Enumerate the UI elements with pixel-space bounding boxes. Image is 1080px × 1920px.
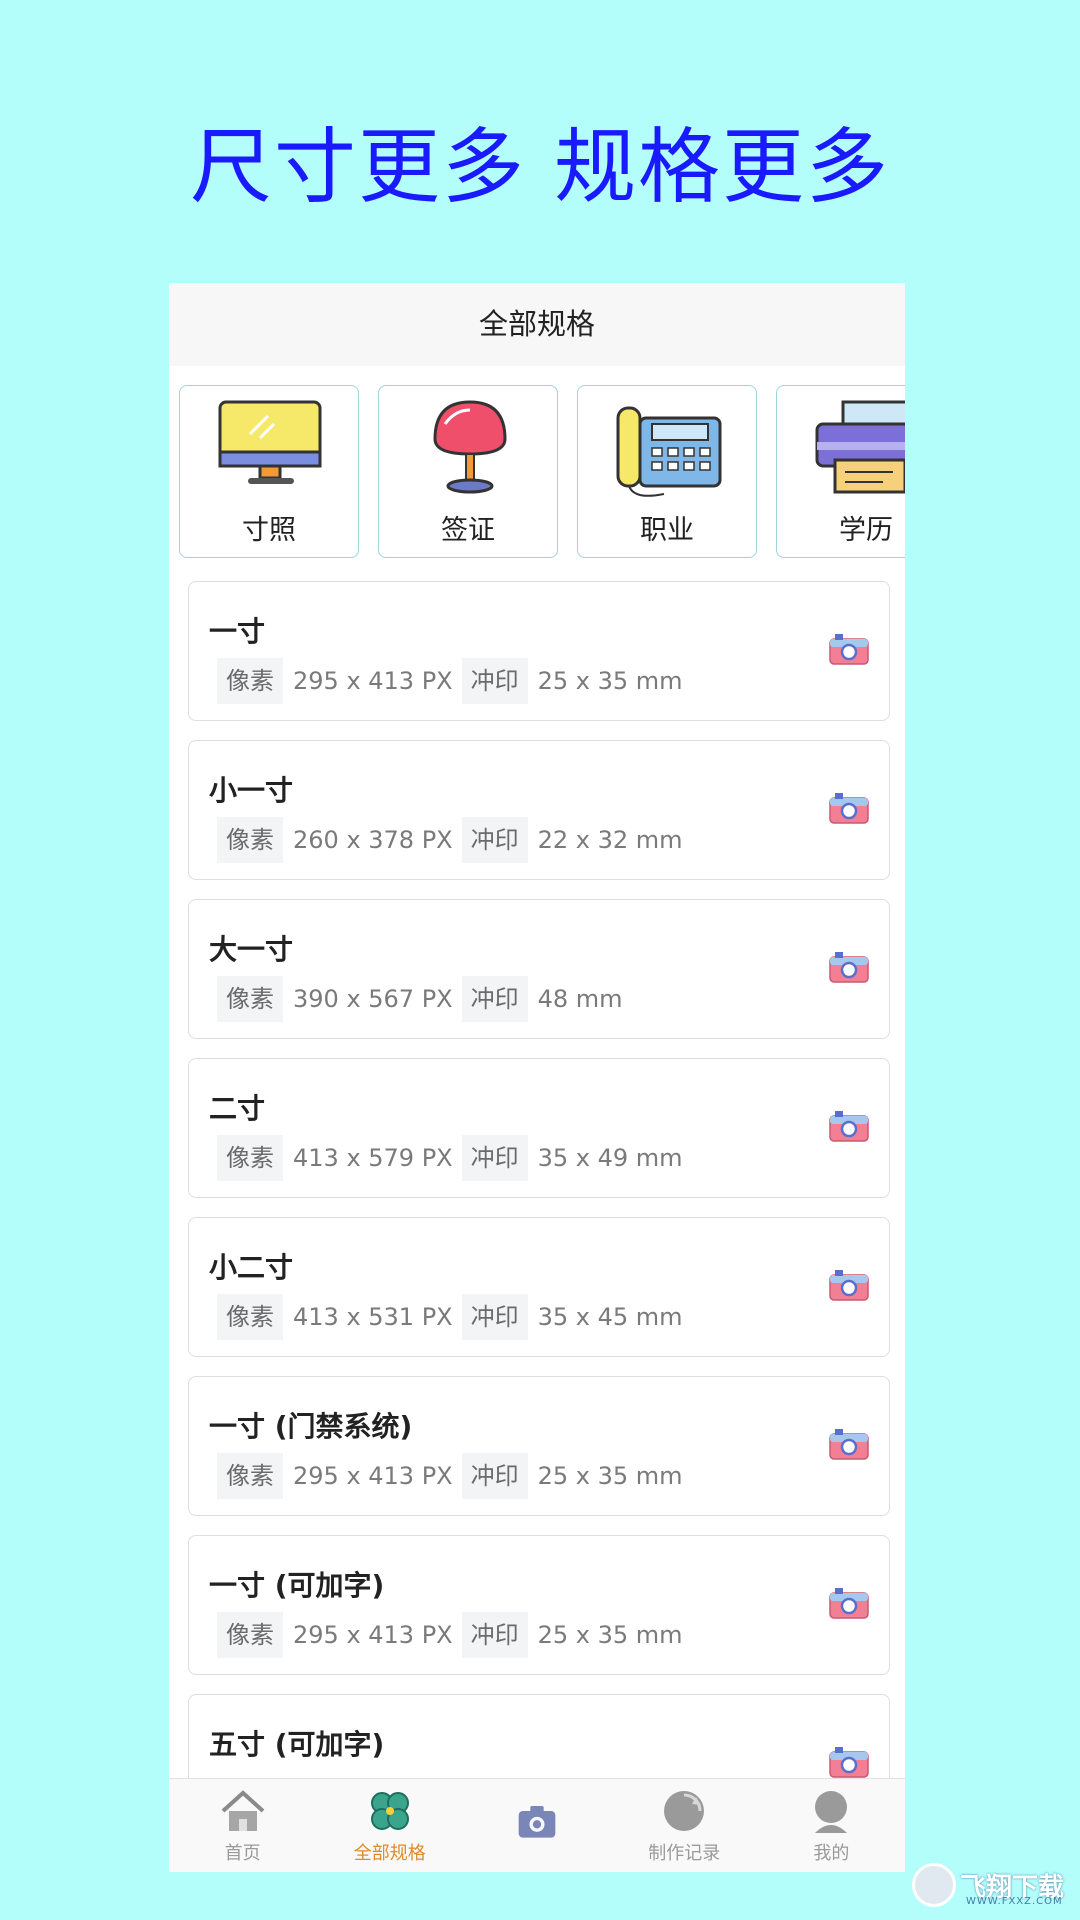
item-spec: 像素 413 x 579 PX 冲印 35 x 49 mm: [217, 1135, 692, 1181]
pixel-tag: 像素: [217, 1294, 283, 1340]
pixel-tag: 像素: [217, 1453, 283, 1499]
camera-icon: [518, 1806, 556, 1838]
category-label: 签证: [441, 515, 495, 546]
pixel-value: 390 x 567 PX: [293, 985, 453, 1013]
promo-headline: 尺寸更多 规格更多: [189, 120, 891, 215]
item-title: 一寸: [209, 615, 266, 648]
print-tag: 冲印: [461, 817, 528, 863]
pixel-value: 260 x 378 PX: [293, 826, 453, 854]
print-tag: 冲印: [461, 1294, 528, 1340]
profile-icon: [815, 1791, 848, 1833]
print-value: 25 x 35 mm: [537, 667, 683, 695]
category-card-qianzheng[interactable]: 签证: [378, 385, 558, 558]
category-label: 寸照: [242, 515, 296, 546]
monitor-icon: [218, 400, 322, 484]
list-item[interactable]: 二寸 像素 413 x 579 PX 冲印 35 x 49 mm: [188, 1058, 890, 1198]
list-item[interactable]: 一寸 (门禁系统) 像素 295 x 413 PX 冲印 25 x 35 mm: [188, 1376, 890, 1516]
telephone-icon: [616, 406, 722, 497]
tab-label: 制作记录: [648, 1843, 721, 1864]
tab-history[interactable]: 制作记录: [611, 1779, 758, 1872]
pixel-tag: 像素: [217, 976, 283, 1022]
clover-icon: [370, 1792, 409, 1830]
item-spec: 像素 413 x 531 PX 冲印 35 x 45 mm: [217, 1294, 692, 1340]
print-value: 22 x 32 mm: [537, 826, 683, 854]
app-screen: 全部规格 寸照 签证 职业 学历 一寸 像素 295 x 413 PX 冲印 2…: [169, 283, 905, 1872]
category-card-zhiye[interactable]: 职业: [577, 385, 757, 558]
item-title: 一寸 (门禁系统): [209, 1410, 413, 1443]
print-value: 35 x 45 mm: [537, 1303, 683, 1331]
item-spec: 像素 390 x 567 PX 冲印 48 mm: [217, 976, 632, 1022]
pixel-value: 295 x 413 PX: [293, 1462, 453, 1490]
camera-icon[interactable]: [829, 1586, 869, 1620]
pixel-tag: 像素: [217, 817, 283, 863]
tab-profile[interactable]: 我的: [758, 1779, 905, 1872]
watermark-url: WWW.FXXZ.COM: [966, 1896, 1063, 1907]
camera-icon[interactable]: [829, 950, 869, 984]
item-title: 二寸: [209, 1092, 266, 1125]
camera-icon[interactable]: [829, 1745, 869, 1779]
print-tag: 冲印: [461, 1135, 528, 1181]
print-tag: 冲印: [461, 1453, 528, 1499]
print-value: 25 x 35 mm: [537, 1462, 683, 1490]
print-tag: 冲印: [461, 658, 528, 704]
item-spec: 像素 260 x 378 PX 冲印 22 x 32 mm: [217, 817, 692, 863]
tab-label: 首页: [224, 1843, 261, 1864]
item-title: 一寸 (可加字): [209, 1569, 385, 1602]
list-item[interactable]: 小一寸 像素 260 x 378 PX 冲印 22 x 32 mm: [188, 740, 890, 880]
item-title: 大一寸: [209, 933, 294, 966]
print-value: 35 x 49 mm: [537, 1144, 683, 1172]
pixel-tag: 像素: [217, 1612, 283, 1658]
list-item[interactable]: 小二寸 像素 413 x 531 PX 冲印 35 x 45 mm: [188, 1217, 890, 1357]
print-tag: 冲印: [461, 1612, 528, 1658]
print-value: 48 mm: [537, 985, 623, 1013]
category-label: 职业: [640, 515, 694, 546]
pixel-value: 413 x 579 PX: [293, 1144, 453, 1172]
category-card-cunzhao[interactable]: 寸照: [179, 385, 359, 558]
pixel-tag: 像素: [217, 1135, 283, 1181]
item-spec: 像素 295 x 413 PX 冲印 25 x 35 mm: [217, 658, 692, 704]
tab-bar: 首页 全部规格 制作记录 我的: [169, 1778, 905, 1872]
item-title: 小一寸: [209, 774, 294, 807]
chair-icon: [433, 400, 507, 494]
printer-icon: [815, 400, 905, 494]
tab-label: 全部规格: [353, 1843, 426, 1864]
camera-icon[interactable]: [829, 1268, 869, 1302]
list-item[interactable]: 大一寸 像素 390 x 567 PX 冲印 48 mm: [188, 899, 890, 1039]
site-watermark: 飞翔下载 WWW.FXXZ.COM: [912, 1860, 1072, 1910]
nav-title: 全部规格: [169, 283, 905, 366]
camera-icon[interactable]: [829, 1109, 869, 1143]
item-spec: 像素 295 x 413 PX 冲印 25 x 35 mm: [217, 1612, 692, 1658]
camera-icon[interactable]: [829, 1427, 869, 1461]
spec-list: 一寸 像素 295 x 413 PX 冲印 25 x 35 mm 小一寸 像素 …: [188, 581, 890, 1853]
pixel-tag: 像素: [217, 658, 283, 704]
pixel-value: 413 x 531 PX: [293, 1303, 453, 1331]
list-item[interactable]: 一寸 (可加字) 像素 295 x 413 PX 冲印 25 x 35 mm: [188, 1535, 890, 1675]
pixel-value: 295 x 413 PX: [293, 667, 453, 695]
pixel-value: 295 x 413 PX: [293, 1621, 453, 1649]
camera-icon[interactable]: [829, 791, 869, 825]
print-value: 25 x 35 mm: [537, 1621, 683, 1649]
home-icon: [221, 1790, 264, 1831]
category-card-xueli[interactable]: 学历: [776, 385, 905, 558]
history-icon: [664, 1791, 705, 1831]
item-title: 五寸 (可加字): [209, 1728, 385, 1761]
tab-label: 我的: [813, 1843, 850, 1864]
watermark-logo-icon: [912, 1863, 956, 1907]
camera-icon[interactable]: [829, 632, 869, 666]
category-label: 学历: [839, 515, 893, 546]
list-item[interactable]: 一寸 像素 295 x 413 PX 冲印 25 x 35 mm: [188, 581, 890, 721]
print-tag: 冲印: [461, 976, 528, 1022]
tab-all-specs[interactable]: 全部规格: [316, 1779, 463, 1872]
tab-home[interactable]: 首页: [169, 1779, 316, 1872]
tab-camera[interactable]: [463, 1779, 610, 1872]
item-title: 小二寸: [209, 1251, 294, 1284]
item-spec: 像素 295 x 413 PX 冲印 25 x 35 mm: [217, 1453, 692, 1499]
